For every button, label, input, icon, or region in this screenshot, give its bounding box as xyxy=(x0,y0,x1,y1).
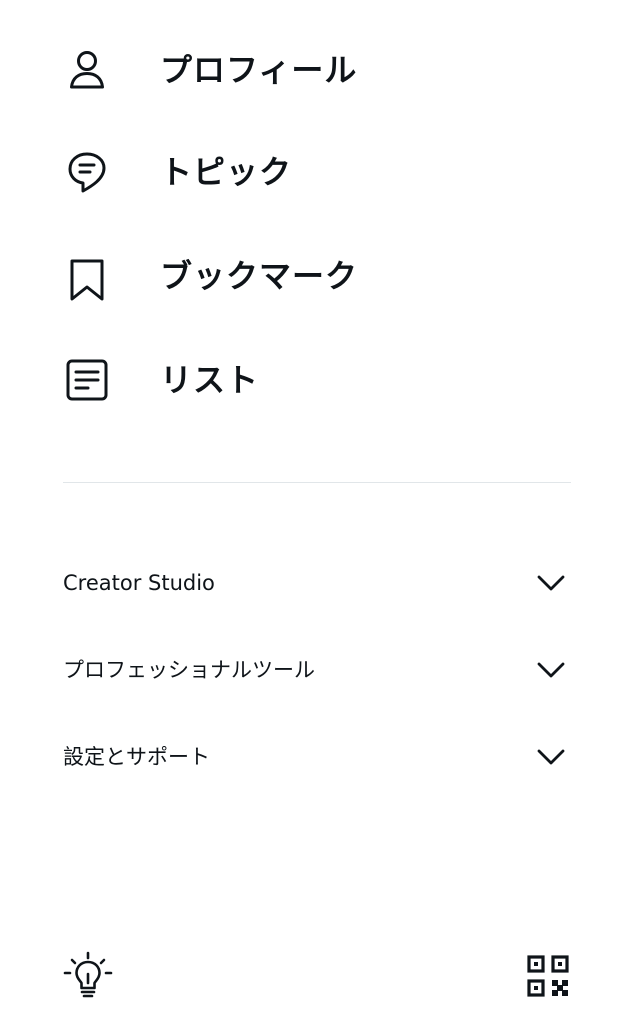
bookmark-icon xyxy=(63,256,111,304)
menu-item-profile[interactable]: プロフィール xyxy=(0,30,629,110)
menu-item-label: ブックマーク xyxy=(160,257,359,295)
section-creator-studio[interactable]: Creator Studio xyxy=(0,553,629,613)
section-label: 設定とサポート xyxy=(63,745,210,769)
lightbulb-icon[interactable] xyxy=(62,950,114,1002)
menu-item-bookmarks[interactable]: ブックマーク xyxy=(0,236,629,316)
qr-code-icon[interactable] xyxy=(522,950,574,1002)
topic-speech-bubble-icon xyxy=(63,148,111,196)
list-icon xyxy=(63,356,111,404)
menu-item-lists[interactable]: リスト xyxy=(0,340,629,420)
chevron-down-icon[interactable] xyxy=(533,652,569,688)
section-professional-tools[interactable]: プロフェッショナルツール xyxy=(0,640,629,700)
person-icon xyxy=(63,46,111,94)
chevron-down-icon[interactable] xyxy=(533,739,569,775)
section-label: プロフェッショナルツール xyxy=(63,658,315,682)
chevron-down-icon[interactable] xyxy=(533,565,569,601)
section-settings-support[interactable]: 設定とサポート xyxy=(0,727,629,787)
menu-item-topics[interactable]: トピック xyxy=(0,132,629,212)
menu-item-label: リスト xyxy=(160,361,260,399)
section-label: Creator Studio xyxy=(63,571,215,595)
divider xyxy=(63,482,571,483)
menu-item-label: トピック xyxy=(160,153,293,191)
menu-item-label: プロフィール xyxy=(160,51,358,89)
